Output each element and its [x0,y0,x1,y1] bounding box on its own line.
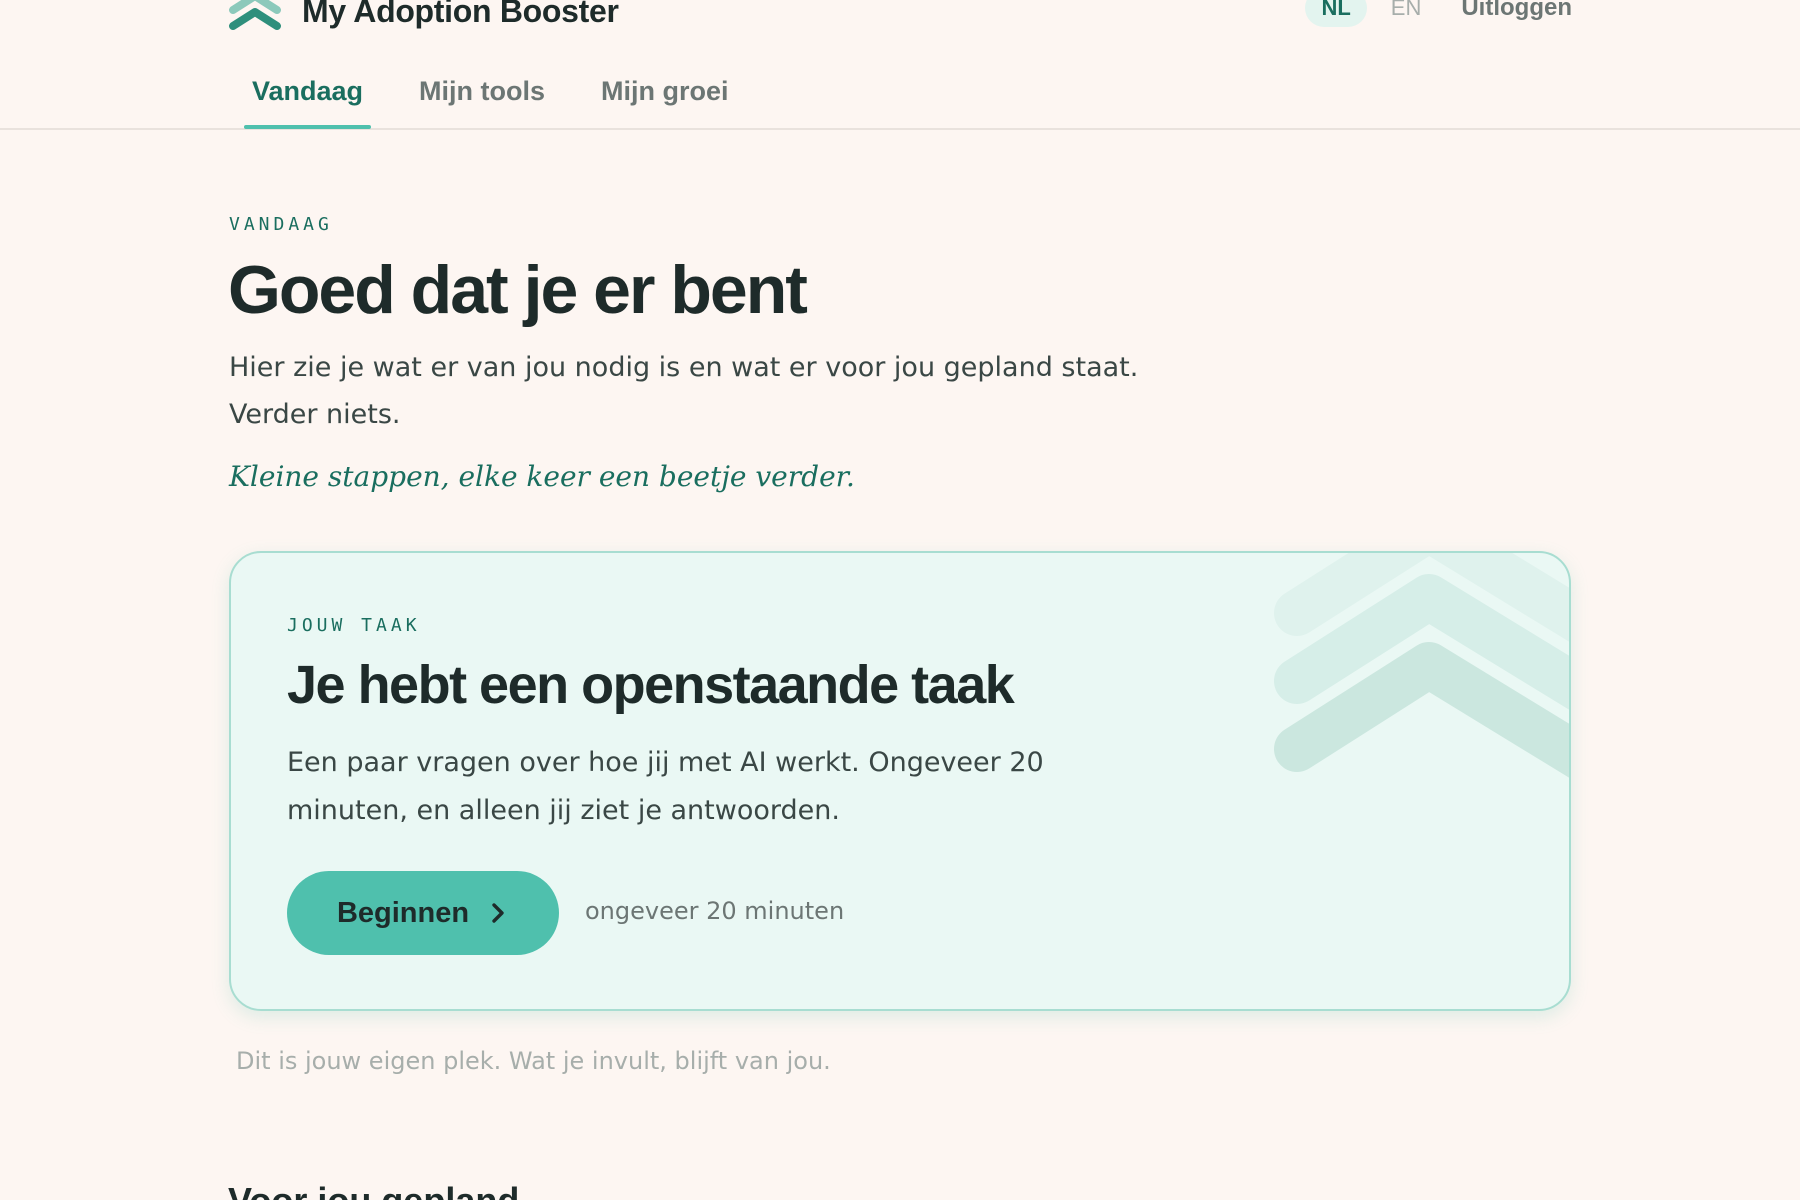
intro-text: Hier zie je wat er van jou nodig is en w… [229,352,1139,430]
tab-mijn-groei[interactable]: Mijn groei [593,70,737,130]
start-task-button-label: Beginnen [336,896,470,929]
intro-eyebrow: VANDAAG [229,214,333,235]
logout-link[interactable]: Uitloggen [1461,0,1572,22]
top-header: My Adoption Booster NL EN Uitloggen Vand… [0,0,1800,130]
brand[interactable]: My Adoption Booster [228,0,619,34]
chevron-right-icon [492,903,504,923]
task-eyebrow: JOUW TAAK [287,615,421,636]
task-card: JOUW TAAK Je hebt een openstaande taak E… [229,551,1571,1011]
page-title: Goed dat je er bent [228,252,808,328]
planned-section-title: Voor jou gepland [228,1180,519,1200]
intro-quote: Kleine stappen, elke keer een beetje ver… [229,460,855,493]
triple-chevron-up-icon [1274,553,1569,778]
language-nl[interactable]: NL [1305,0,1367,27]
task-title: Je hebt een openstaande taak [287,655,1015,715]
task-description: Een paar vragen over hoe jij met AI werk… [287,747,1044,826]
app-name: My Adoption Booster [302,0,619,29]
language-en[interactable]: EN [1391,0,1422,27]
tab-vandaag[interactable]: Vandaag [244,70,372,130]
header-actions: NL EN Uitloggen [1305,0,1572,28]
privacy-note: Dit is jouw eigen plek. Wat je invult, b… [236,1047,831,1075]
page: My Adoption Booster NL EN Uitloggen Vand… [0,0,1800,1200]
main-tabs: Vandaag Mijn tools Mijn groei [244,70,777,130]
task-duration: ongeveer 20 minuten [585,897,845,925]
double-chevron-up-icon [229,0,281,30]
tab-mijn-tools[interactable]: Mijn tools [411,70,553,130]
start-task-button[interactable]: Beginnen [287,871,559,955]
